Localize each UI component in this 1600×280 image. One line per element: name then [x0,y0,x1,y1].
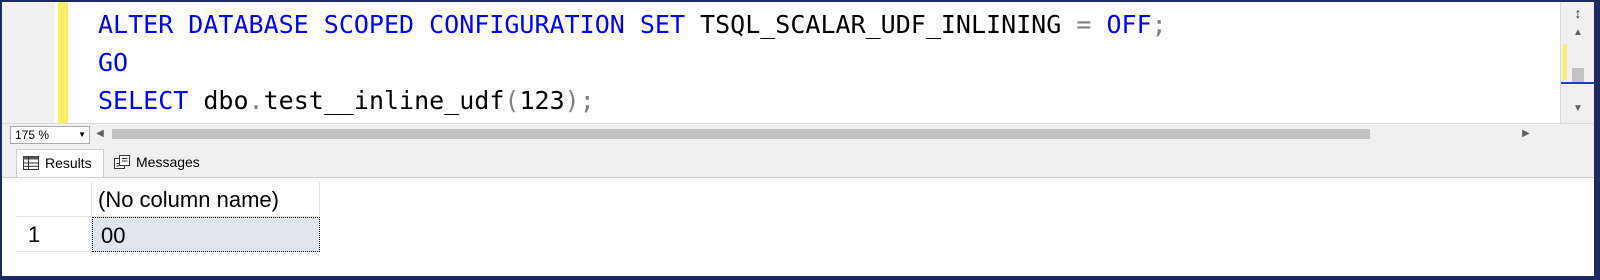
results-grid[interactable]: (No column name) 1 00 [2,178,1594,276]
code-token: ; [1151,10,1167,39]
messages-icon [114,155,130,169]
code-token: . [248,86,264,115]
editor-status-strip: 175 % ▼ ◀ ▶ [2,123,1594,145]
code-token: ALTER DATABASE SCOPED CONFIGURATION SET [98,10,685,39]
code-token: ( [504,86,520,115]
results-tabs: Results Messages [2,145,1594,178]
zoom-dropdown[interactable]: 175 % ▼ [10,126,90,144]
code-token: dbo [188,86,249,115]
tab-messages-label: Messages [136,154,200,170]
row-number[interactable]: 1 [16,217,92,252]
tab-results[interactable]: Results [16,149,104,177]
query-editor[interactable]: ALTER DATABASE SCOPED CONFIGURATION SET … [2,2,1594,123]
scroll-down-arrow-icon[interactable]: ▼ [1570,102,1586,116]
scroll-up-arrow-icon[interactable]: ▲ [1570,26,1586,40]
code-area[interactable]: ALTER DATABASE SCOPED CONFIGURATION SET … [98,6,1554,120]
code-line-3[interactable]: SELECT dbo.test__inline_udf(123); [98,82,1554,120]
editor-vertical-scrollbar[interactable]: ↕ ▲ ▼ [1560,2,1594,123]
zoom-value: 175 % [15,128,50,142]
chevron-down-icon: ▼ [78,130,86,139]
scroll-right-arrow-icon[interactable]: ▶ [1520,127,1532,141]
tab-results-label: Results [45,155,92,171]
editor-gutter [2,2,54,123]
code-token: = [1076,10,1092,39]
code-token: ); [564,86,595,115]
code-line-1[interactable]: ALTER DATABASE SCOPED CONFIGURATION SET … [98,6,1554,44]
code-token: SELECT [98,86,189,115]
change-tracking-bar [58,2,68,123]
split-window-icon[interactable]: ↕ [1569,4,1587,22]
scroll-left-arrow-icon[interactable]: ◀ [94,127,106,141]
code-token: 123 [519,86,565,115]
horizontal-scroll-thumb[interactable] [112,129,1370,139]
grid-corner[interactable] [16,182,92,217]
caret-position-marker [1561,82,1594,84]
code-line-2[interactable]: GO [98,44,1554,82]
query-window: ALTER DATABASE SCOPED CONFIGURATION SET … [2,2,1594,276]
grid-icon [23,156,39,170]
code-token: GO [98,48,129,77]
change-marker [1563,44,1567,80]
result-cell[interactable]: 00 [92,217,320,252]
code-token: TSQL_SCALAR_UDF_INLINING [685,10,1077,39]
column-header[interactable]: (No column name) [92,182,320,217]
code-token: OFF [1106,10,1152,39]
code-token: test__inline_udf [263,86,505,115]
tab-messages[interactable]: Messages [108,149,212,176]
